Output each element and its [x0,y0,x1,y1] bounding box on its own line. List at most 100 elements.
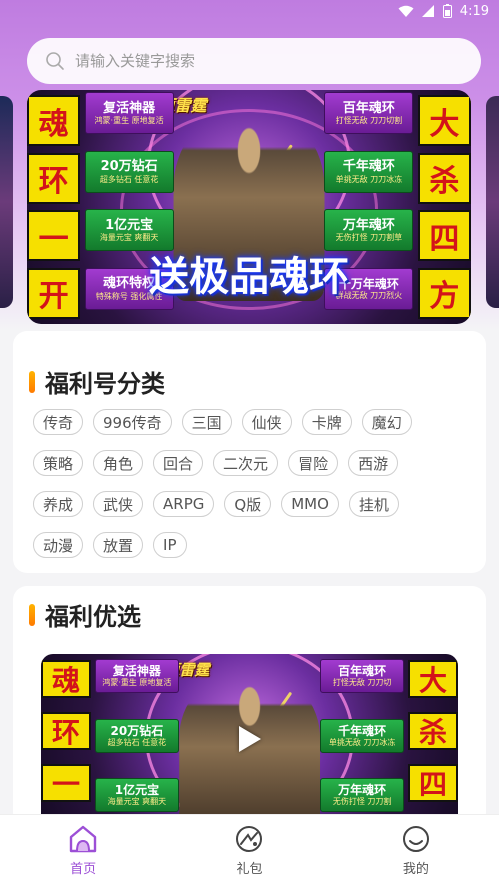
tag-sub: 无伤打怪 刀刀割 [332,797,392,807]
banner-tag: 20万钻石 超多钻石 任意花 [95,718,179,753]
tag-sub: 无伤打怪 刀刀割草 [335,233,403,243]
category-chip[interactable]: ARPG [153,491,215,517]
banner-char: 开 [27,267,81,319]
tag-title: 千年魂环 [338,723,387,738]
tag-title: 1亿元宝 [105,217,154,233]
category-chip[interactable]: Q版 [224,491,272,517]
section-title-text: 福利优选 [45,603,141,631]
battery-icon [442,4,452,18]
welfare-category-title: 福利号分类 [29,364,165,399]
tag-title: 1亿元宝 [114,783,160,798]
tag-sub: 单挑无敌 刀刀冰冻 [335,174,403,184]
tag-title: 百年魂环 [338,664,387,679]
banner-char: 杀 [407,712,458,750]
tag-title: 20万钻石 [110,723,164,738]
tab-label: 礼包 [236,862,263,877]
category-chip[interactable]: 动漫 [33,532,84,558]
welfare-pick-title: 福利优选 [29,597,141,632]
tag-title: 20万钻石 [100,159,158,175]
bottom-tab-bar: 首页 礼包 我的 [0,814,499,888]
banner-tag: 1亿元宝 海量元宝 爽翻天 [95,778,179,813]
banner-left-chars: 魂 环 一 开 [27,90,81,324]
category-chip[interactable]: 二次元 [213,450,279,476]
tag-title: 万年魂环 [338,783,387,798]
banner-char: 方 [417,267,471,319]
banner-char: 环 [41,712,92,750]
profile-icon [402,826,429,852]
category-chip[interactable]: 传奇 [33,409,84,435]
banner-char: 大 [407,660,458,698]
tab-gift[interactable]: 礼包 [166,815,332,888]
banner-char: 魂 [27,95,81,147]
category-chip[interactable]: 挂机 [348,491,399,517]
category-chip[interactable]: IP [153,532,187,558]
tag-sub: 单挑无敌 刀刀冰冻 [328,737,396,747]
tag-title: 复活神器 [112,664,161,679]
search-icon [46,52,64,70]
section-title-text: 福利号分类 [45,370,165,398]
category-chip[interactable]: 魔幻 [361,409,412,435]
tag-sub: 鸿蒙·重生 原地复活 [102,678,172,688]
video-left-chars: 魂 环 一 [41,654,92,824]
tag-title: 复活神器 [103,100,156,116]
tab-home[interactable]: 首页 [0,815,166,888]
signal-icon [421,4,434,17]
category-chip[interactable]: 策略 [33,450,84,476]
tag-sub: 鸿蒙·重生 原地复活 [94,116,164,126]
banner-tag: 万年魂环 无伤打怪 刀刀割 [320,778,404,813]
category-chip[interactable]: 养成 [33,491,84,517]
category-chip[interactable]: 996传奇 [93,409,172,435]
tag-sub: 海量元宝 爽翻天 [99,233,159,243]
banner-tag: 千年魂环 单挑无敌 刀刀冰冻 [324,150,414,193]
banner-right-chars: 大 杀 四 方 [417,90,471,324]
title-accent-bar [29,603,35,626]
category-chip[interactable]: 仙侠 [241,409,292,435]
tag-title: 万年魂环 [342,217,395,233]
play-icon[interactable] [238,726,261,752]
promo-banner[interactable]: 永恒雷霆 魂 环 一 开 大 杀 四 方 复活神器 鸿蒙·重生 原地复活 20万… [27,90,471,324]
banner-tag: 百年魂环 打怪无敌 刀刀切 [320,659,404,694]
tag-sub: 打怪无敌 刀刀切割 [335,116,403,126]
banner-tag: 复活神器 鸿蒙·重生 原地复活 [95,659,179,694]
search-bar[interactable] [27,38,481,84]
category-chip[interactable]: 回合 [153,450,204,476]
status-time: 4:19 [459,3,489,19]
category-chip[interactable]: 西游 [348,450,399,476]
wifi-icon [398,5,414,17]
category-chip[interactable]: 角色 [93,450,144,476]
category-chip[interactable]: 冒险 [288,450,339,476]
category-chip[interactable]: 卡牌 [301,409,352,435]
category-chip[interactable]: MMO [281,491,339,517]
category-chip[interactable]: 武侠 [93,491,144,517]
tab-label: 首页 [70,862,97,877]
category-chip[interactable]: 放置 [93,532,144,558]
home-icon [69,825,97,853]
status-bar: 4:19 [0,0,499,22]
banner-char: 一 [41,764,92,802]
featured-video[interactable]: 永恒雷霆 魂 环 一 大 杀 四 复活神器 鸿蒙·重生 原地复活 20万钻石 超… [41,654,458,824]
banner-char: 四 [407,764,458,802]
banner-tag: 20万钻石 超多钻石 任意花 [84,150,174,193]
tag-sub: 海量元宝 爽翻天 [107,797,167,807]
tab-profile[interactable]: 我的 [333,815,499,888]
tag-title: 千年魂环 [342,159,395,175]
banner-tag: 千年魂环 单挑无敌 刀刀冰冻 [320,718,404,753]
banner-char: 环 [27,152,81,204]
banner-char: 魂 [41,660,92,698]
banner-tag: 复活神器 鸿蒙·重生 原地复活 [84,92,174,135]
category-chip[interactable]: 三国 [181,409,232,435]
gift-icon [236,826,263,852]
banner-next-peek[interactable] [486,96,499,308]
tag-sub: 超多钻石 任意花 [99,174,159,184]
video-right-chars: 大 杀 四 [407,654,458,824]
category-chips: 传奇 996传奇 三国 仙侠 卡牌 魔幻 策略 角色 回合 二次元 冒险 西游 … [33,409,453,558]
tab-label: 我的 [402,862,429,877]
tag-sub: 打怪无敌 刀刀切 [332,678,392,688]
title-accent-bar [29,370,35,393]
banner-slogan: 送极品魂环 [149,254,349,301]
search-input[interactable] [75,52,455,70]
tag-sub: 超多钻石 任意花 [107,737,167,747]
tag-title: 百年魂环 [342,100,395,116]
banner-tag: 百年魂环 打怪无敌 刀刀切割 [324,92,414,135]
banner-prev-peek[interactable] [0,96,13,308]
